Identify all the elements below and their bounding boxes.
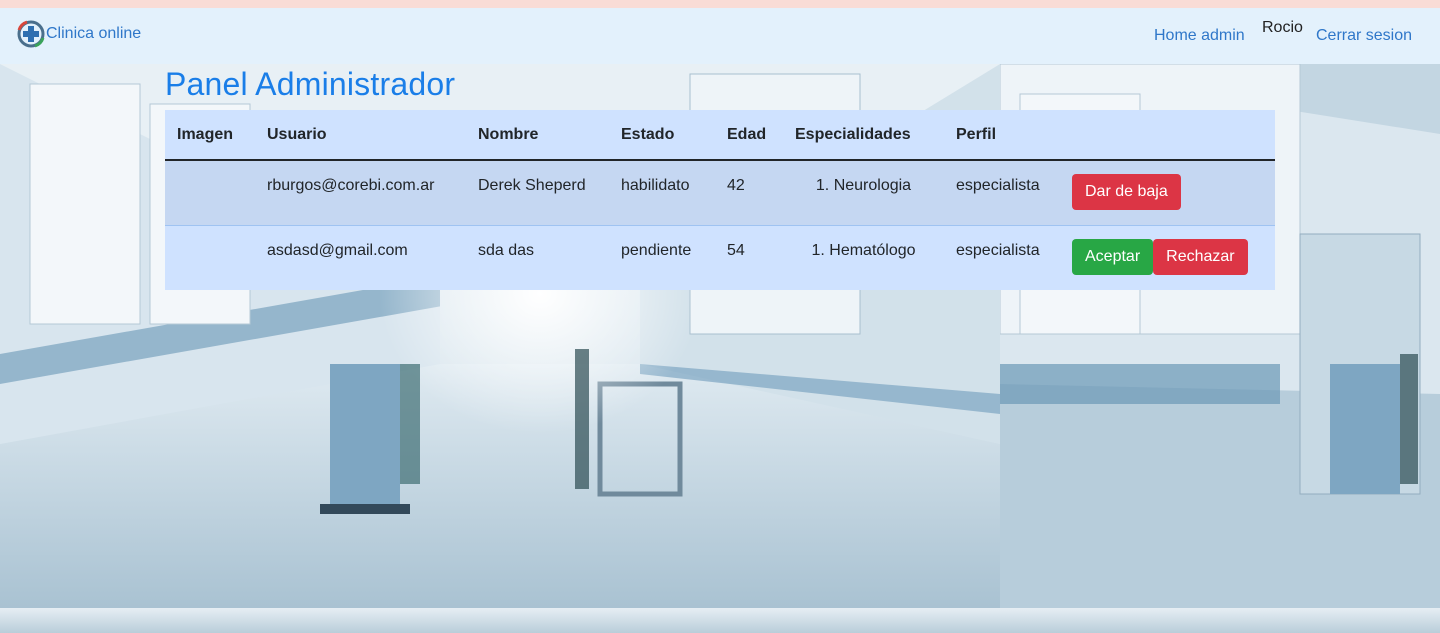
user-name: Rocio xyxy=(1262,19,1303,36)
cell-especialidades: 1. Hematólogo xyxy=(783,224,944,290)
header-nombre: Nombre xyxy=(466,110,609,161)
header-imagen: Imagen xyxy=(165,110,255,161)
nav-home-admin-link[interactable]: Home admin xyxy=(1154,27,1245,45)
cell-estado: pendiente xyxy=(609,224,715,290)
header-edad: Edad xyxy=(715,110,783,161)
top-strip xyxy=(0,0,1440,8)
table-row: asdasd@gmail.com sda das pendiente 54 1.… xyxy=(165,224,1275,290)
cell-nombre: sda das xyxy=(466,224,609,290)
cell-perfil: especialista xyxy=(944,159,1060,225)
users-table: Imagen Usuario Nombre Estado Edad Especi… xyxy=(165,110,1275,290)
cell-estado: habilidato xyxy=(609,159,715,225)
cell-perfil: especialista xyxy=(944,224,1060,290)
page-title: Panel Administrador xyxy=(165,66,456,102)
brand-name: Clinica online xyxy=(46,25,142,42)
cell-imagen xyxy=(165,159,255,225)
table-header-row: Imagen Usuario Nombre Estado Edad Especi… xyxy=(165,110,1275,161)
cell-nombre: Derek Sheperd xyxy=(466,159,609,225)
aceptar-button[interactable]: Aceptar xyxy=(1072,238,1154,275)
table-row: rburgos@corebi.com.ar Derek Sheperd habi… xyxy=(165,159,1275,225)
brand-link[interactable]: Clinica online xyxy=(16,19,141,49)
cell-especialidades: 1. Neurologia xyxy=(783,159,944,225)
cell-actions: Dar de baja xyxy=(1060,159,1275,225)
cell-edad: 42 xyxy=(715,159,783,225)
cell-edad: 54 xyxy=(715,224,783,290)
header-estado: Estado xyxy=(609,110,715,161)
users-table-container: Imagen Usuario Nombre Estado Edad Especi… xyxy=(165,110,1275,290)
cell-imagen xyxy=(165,224,255,290)
dar-de-baja-button[interactable]: Dar de baja xyxy=(1072,174,1181,210)
cell-usuario: rburgos@corebi.com.ar xyxy=(255,159,466,225)
nav-logout-link[interactable]: Cerrar sesion xyxy=(1316,27,1412,45)
header-especialidades: Especialidades xyxy=(783,110,944,161)
navbar: Clinica online Home admin Rocio Cerrar s… xyxy=(0,8,1440,64)
header-usuario: Usuario xyxy=(255,110,466,161)
cell-actions: Aceptar Rechazar xyxy=(1060,224,1275,290)
header-actions xyxy=(1060,110,1275,161)
medical-cross-logo-icon xyxy=(16,19,46,49)
background-lower-strip xyxy=(0,608,1440,633)
rechazar-button[interactable]: Rechazar xyxy=(1153,238,1248,275)
cell-usuario: asdasd@gmail.com xyxy=(255,224,466,290)
header-perfil: Perfil xyxy=(944,110,1060,161)
